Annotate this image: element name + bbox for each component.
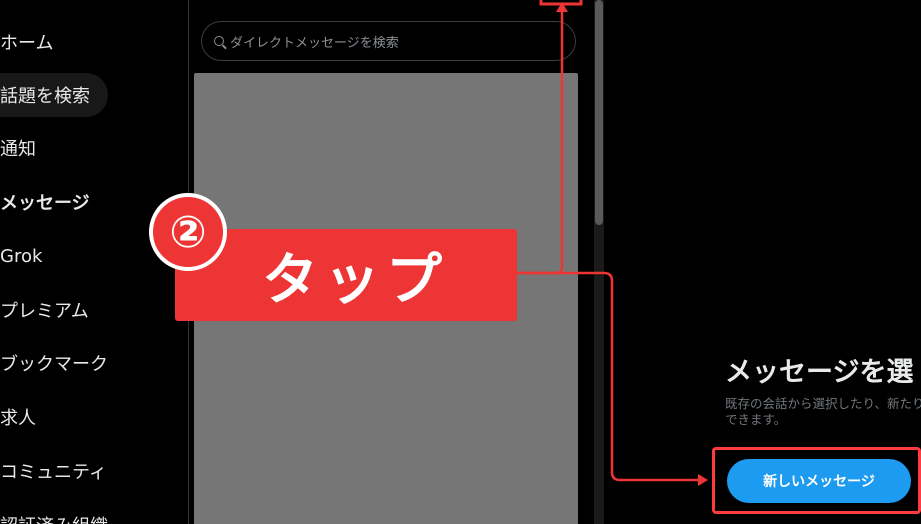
nav-premium[interactable]: プレミアム <box>0 288 107 332</box>
select-message-subtitle: 既存の会話から選択したり、新たりできます。 <box>725 396 921 427</box>
search-icon <box>214 36 224 46</box>
select-message-title: メッセージを選 <box>725 357 914 388</box>
nav-grok[interactable]: Grok <box>0 234 60 278</box>
nav-verified-orgs-label: 認証済み組織 <box>0 512 108 524</box>
nav-premium-label: プレミアム <box>0 301 89 322</box>
annotation-text: タップ <box>262 247 448 313</box>
nav-notifications[interactable]: 通知 <box>0 126 54 170</box>
step-number-badge: ② <box>149 193 227 271</box>
dm-search-placeholder: ダイレクトメッセージを検索 <box>230 35 399 51</box>
left-nav: ホーム 話題を検索 通知 メッセージ Grok プレミアム ブックマーク 求人 … <box>0 0 188 524</box>
nav-bookmarks[interactable]: ブックマーク <box>0 341 126 385</box>
nav-explore-label: 話題を検索 <box>0 86 90 107</box>
arrow-right-head <box>698 474 708 486</box>
scrollbar-thumb[interactable] <box>595 0 603 225</box>
nav-verified-orgs[interactable]: 認証済み組織 <box>0 503 126 524</box>
nav-jobs-label: 求人 <box>0 408 36 429</box>
nav-grok-label: Grok <box>0 245 43 267</box>
nav-communities-label: コミュニティ <box>0 462 107 483</box>
nav-messages[interactable]: メッセージ <box>0 180 108 224</box>
new-message-button[interactable]: 新しいメッセージ <box>727 459 911 503</box>
nav-notifications-label: 通知 <box>0 139 36 160</box>
nav-messages-label: メッセージ <box>0 193 90 214</box>
nav-jobs[interactable]: 求人 <box>0 395 54 439</box>
nav-bookmarks-label: ブックマーク <box>0 354 108 375</box>
nav-explore[interactable]: 話題を検索 <box>0 73 108 117</box>
annotation-label: タップ <box>175 229 517 321</box>
dm-search-input[interactable]: ダイレクトメッセージを検索 <box>201 21 576 61</box>
scrollbar[interactable] <box>594 0 604 524</box>
nav-home[interactable]: ホーム <box>0 20 71 64</box>
nav-communities[interactable]: コミュニティ <box>0 449 125 493</box>
nav-home-label: ホーム <box>0 33 54 54</box>
